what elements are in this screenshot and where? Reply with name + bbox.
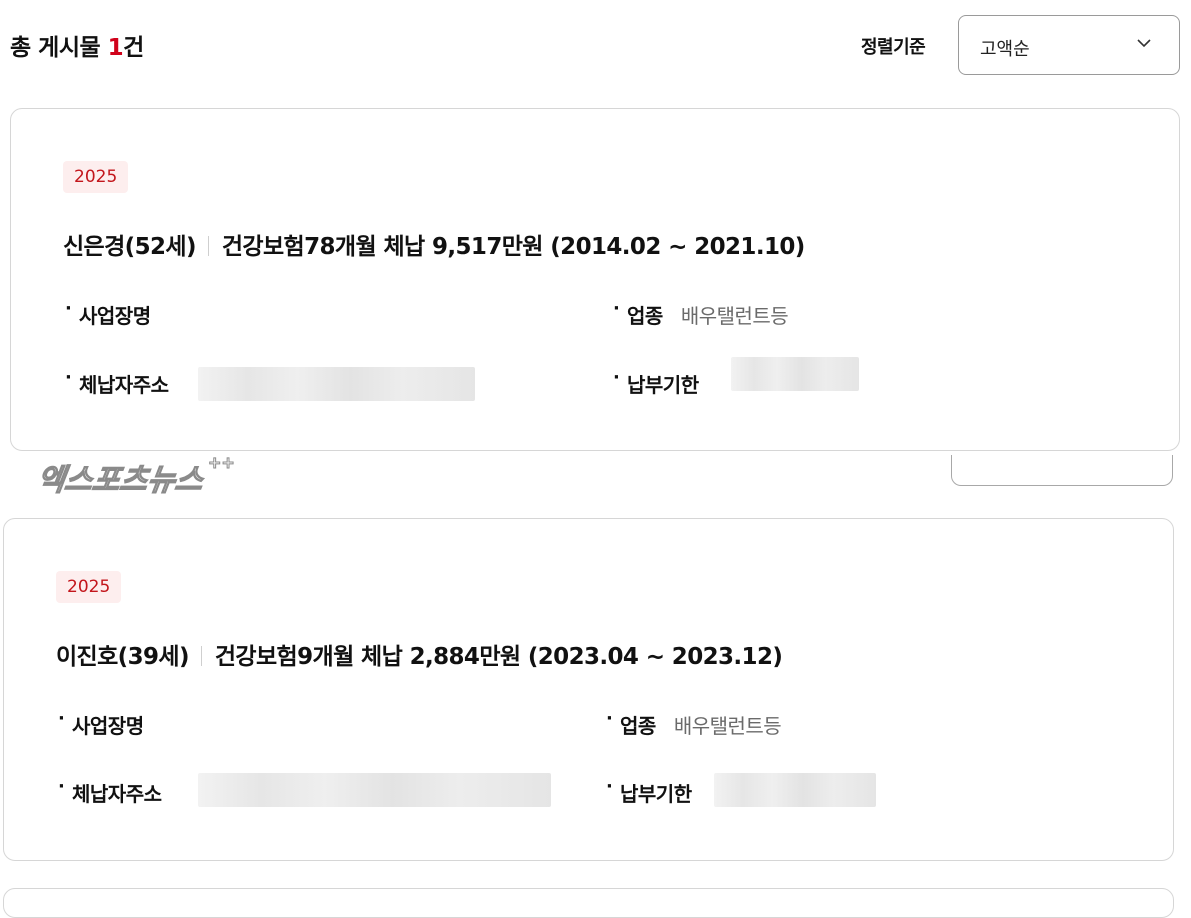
business-name-field: · 사업장명 xyxy=(65,298,151,329)
deadline-field: · 납부기한 xyxy=(613,367,699,398)
bullet-dot: · xyxy=(58,708,65,729)
address-field: · 체납자주소 xyxy=(65,367,169,398)
industry-label: 업종 xyxy=(627,304,663,328)
industry-field: · 업종 배우탤런트등 xyxy=(613,298,789,329)
svg-text:++: ++ xyxy=(208,453,235,472)
deadline-redacted xyxy=(714,773,876,807)
address-label: 체납자주소 xyxy=(72,782,162,806)
watermark-logo: 엑스포츠뉴스 ++ xyxy=(40,453,235,499)
person-name-age: 신은경(52세) xyxy=(63,234,196,260)
sort-label: 정렬기준 xyxy=(861,37,926,58)
total-prefix: 총 게시물 xyxy=(10,35,108,61)
next-card-fragment xyxy=(3,888,1174,918)
bullet-dot: · xyxy=(58,776,65,797)
year-badge: 2025 xyxy=(63,161,129,193)
person-name-age: 이진호(39세) xyxy=(56,644,189,670)
industry-field: · 업종 배우탤런트등 xyxy=(606,708,782,739)
business-name-label: 사업장명 xyxy=(72,714,144,738)
arrears-summary: 건강보험9개월 체납 2,884만원 (2023.04 ~ 2023.12) xyxy=(214,644,783,670)
card-title: 이진호(39세) 건강보험9개월 체납 2,884만원 (2023.04 ~ 20… xyxy=(56,637,783,671)
industry-value: 배우탤런트등 xyxy=(673,714,782,738)
total-count-number: 1 xyxy=(107,35,124,61)
chevron-down-icon xyxy=(1137,39,1151,48)
address-label: 체납자주소 xyxy=(79,373,169,397)
business-name-field: · 사업장명 xyxy=(58,708,144,739)
year-badge: 2025 xyxy=(56,571,122,603)
delinquent-card[interactable]: 2025 신은경(52세) 건강보험78개월 체납 9,517만원 (2014.0… xyxy=(10,108,1180,451)
total-posts-count: 총 게시물 1건 xyxy=(10,28,144,62)
address-field: · 체납자주소 xyxy=(58,776,162,807)
business-name-label: 사업장명 xyxy=(79,304,151,328)
card-title: 신은경(52세) 건강보험78개월 체납 9,517만원 (2014.02 ~ 2… xyxy=(63,227,805,261)
arrears-summary: 건강보험78개월 체납 9,517만원 (2014.02 ~ 2021.10) xyxy=(221,234,805,260)
deadline-field: · 납부기한 xyxy=(606,776,692,807)
watermark-text: 엑스포츠뉴스 xyxy=(40,463,206,498)
deadline-label: 납부기한 xyxy=(620,782,692,806)
bullet-dot: · xyxy=(606,776,613,797)
deadline-redacted xyxy=(731,357,859,391)
address-redacted xyxy=(198,367,475,401)
bullet-dot: · xyxy=(613,298,620,319)
bullet-dot: · xyxy=(606,708,613,729)
delinquent-card[interactable]: 2025 이진호(39세) 건강보험9개월 체납 2,884만원 (2023.04… xyxy=(3,518,1174,861)
address-redacted xyxy=(198,773,551,807)
bullet-dot: · xyxy=(65,298,72,319)
title-divider xyxy=(207,236,209,256)
industry-value: 배우탤런트등 xyxy=(680,304,789,328)
sort-selected-value: 고액순 xyxy=(980,39,1030,60)
title-divider xyxy=(200,646,202,666)
underlying-dropdown-fragment xyxy=(951,455,1173,486)
total-suffix: 건 xyxy=(123,35,144,61)
industry-label: 업종 xyxy=(620,714,656,738)
bullet-dot: · xyxy=(65,367,72,388)
sort-dropdown[interactable]: 고액순 xyxy=(958,15,1180,75)
bullet-dot: · xyxy=(613,367,620,388)
deadline-label: 납부기한 xyxy=(627,373,699,397)
